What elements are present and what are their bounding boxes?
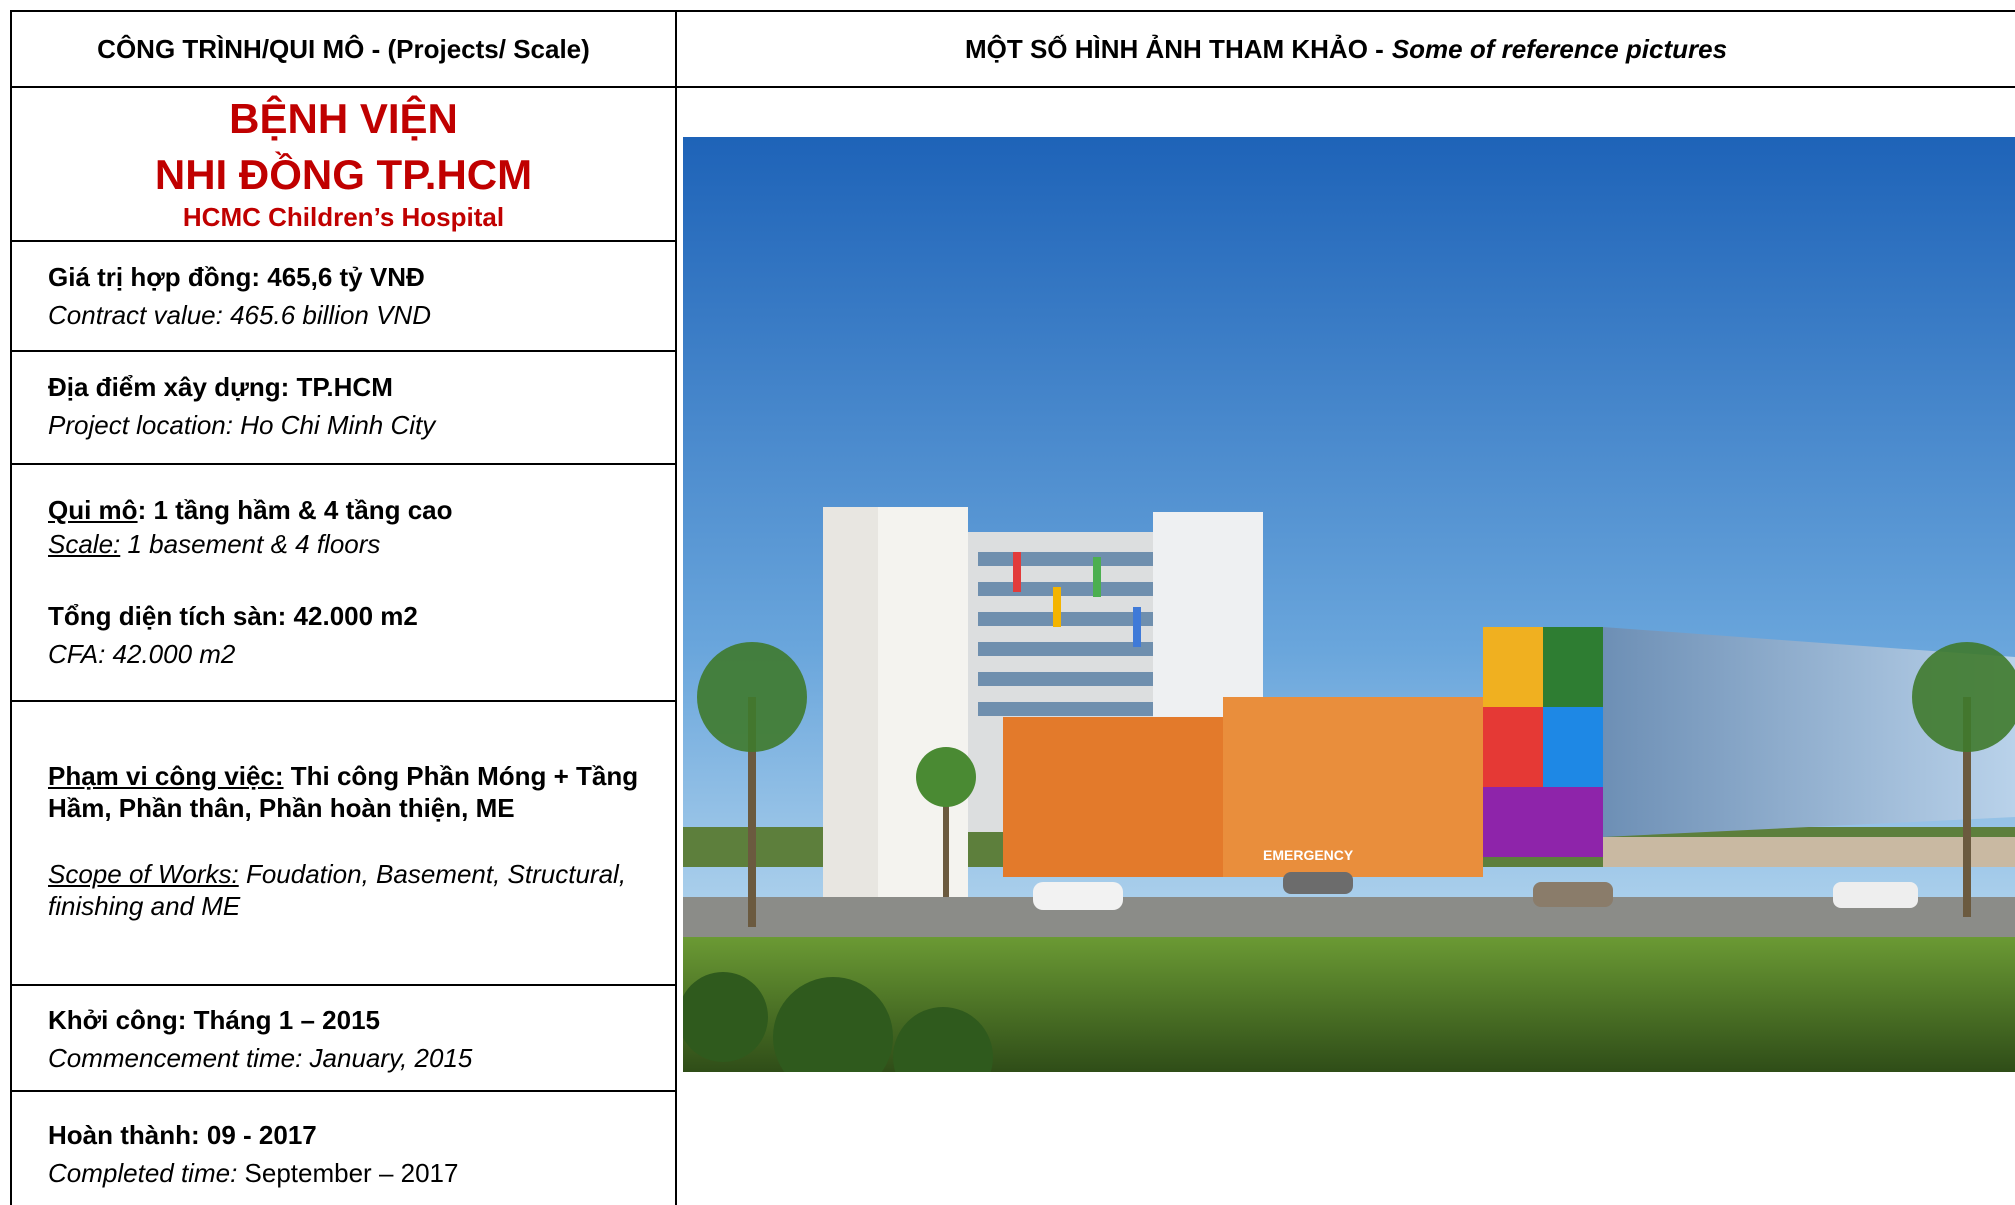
header-reference-pictures: MỘT SỐ HÌNH ẢNH THAM KHẢO - Some of refe… xyxy=(677,12,2015,86)
row-divider xyxy=(10,350,677,352)
completion-en-value: September – 2017 xyxy=(237,1158,459,1188)
project-scale: Qui mô: 1 tầng hầm & 4 tầng cao Scale: 1… xyxy=(48,493,668,561)
commencement-en: Commencement time: January, 2015 xyxy=(48,1043,473,1073)
scale-en-label: Scale: xyxy=(48,529,121,559)
scale-vi: Qui mô: 1 tầng hầm & 4 tầng cao xyxy=(48,493,668,527)
tower-left xyxy=(878,507,968,957)
project-title: BỆNH VIỆN NHI ĐỒNG TP.HCM HCMC Children’… xyxy=(12,88,675,240)
contract-value-en: Contract value: 465.6 billion VND xyxy=(48,300,431,330)
floor-area-vi: Tổng diện tích sàn: 42.000 m2 xyxy=(48,601,418,631)
project-location-en: Project location: Ho Chi Minh City xyxy=(48,410,436,440)
header-reference-sub: Some of reference pictures xyxy=(1391,33,1728,64)
scale-vi-label: Qui mô xyxy=(48,495,138,525)
project-title-english: HCMC Children’s Hospital xyxy=(182,202,505,232)
project-location: Địa điểm xây dựng: TP.HCM Project locati… xyxy=(48,368,668,444)
hospital-rendering-image: EMERGENCY xyxy=(683,137,2015,1072)
scale-en-value: 1 basement & 4 floors xyxy=(120,529,381,559)
commencement-vi: Khởi công: Tháng 1 – 2015 xyxy=(48,1005,380,1035)
header-projects-scale: CÔNG TRÌNH/QUI MÔ - (Projects/ Scale) xyxy=(97,33,590,64)
header-reference-main: MỘT SỐ HÌNH ẢNH THAM KHẢO - xyxy=(964,33,1384,64)
row-divider xyxy=(10,984,677,986)
project-location-vi: Địa điểm xây dựng: TP.HCM xyxy=(48,372,393,402)
scale-vi-value: : 1 tầng hầm & 4 tầng cao xyxy=(137,495,453,525)
commencement: Khởi công: Tháng 1 – 2015 Commencement t… xyxy=(48,1001,668,1077)
contract-value: Giá trị hợp đồng: 465,6 tỷ VNĐ Contract … xyxy=(48,258,668,334)
scope-en: Scope of Works: Foudation, Basement, Str… xyxy=(48,858,668,922)
completion: Hoàn thành: 09 - 2017 Completed time: Se… xyxy=(48,1116,668,1192)
completion-en-label: Completed time: xyxy=(48,1158,238,1188)
column-divider xyxy=(675,10,677,1205)
scope-en-label: Scope of Works: xyxy=(48,859,239,889)
row-divider xyxy=(10,463,677,465)
road xyxy=(683,897,2015,937)
row-divider xyxy=(10,240,677,242)
completion-vi: Hoàn thành: 09 - 2017 xyxy=(48,1120,317,1150)
building-orange-left xyxy=(1003,717,1223,877)
scale-en: Scale: 1 basement & 4 floors xyxy=(48,527,668,561)
row-divider xyxy=(10,1090,677,1092)
scope-vi-label: Phạm vi công việc: xyxy=(48,761,284,791)
project-title-line2: NHI ĐỒNG TP.HCM xyxy=(154,151,533,198)
scope-of-works: Phạm vi công việc: Thi công Phần Móng + … xyxy=(48,760,668,922)
row-divider xyxy=(10,700,677,702)
tower-left-side xyxy=(823,507,883,957)
floor-area: Tổng diện tích sàn: 42.000 m2 CFA: 42.00… xyxy=(48,597,668,673)
scope-vi: Phạm vi công việc: Thi công Phần Móng + … xyxy=(48,760,668,824)
hospital-rendering-svg: EMERGENCY xyxy=(683,137,2015,1072)
building-base xyxy=(1603,837,2015,867)
floor-area-en: CFA: 42.000 m2 xyxy=(48,639,236,669)
building-color-panels xyxy=(1483,627,1603,857)
emergency-sign: EMERGENCY xyxy=(1263,847,1354,863)
project-title-line1: BỆNH VIỆN xyxy=(229,95,458,142)
completion-en: Completed time: September – 2017 xyxy=(48,1154,668,1192)
contract-value-vi: Giá trị hợp đồng: 465,6 tỷ VNĐ xyxy=(48,262,425,292)
